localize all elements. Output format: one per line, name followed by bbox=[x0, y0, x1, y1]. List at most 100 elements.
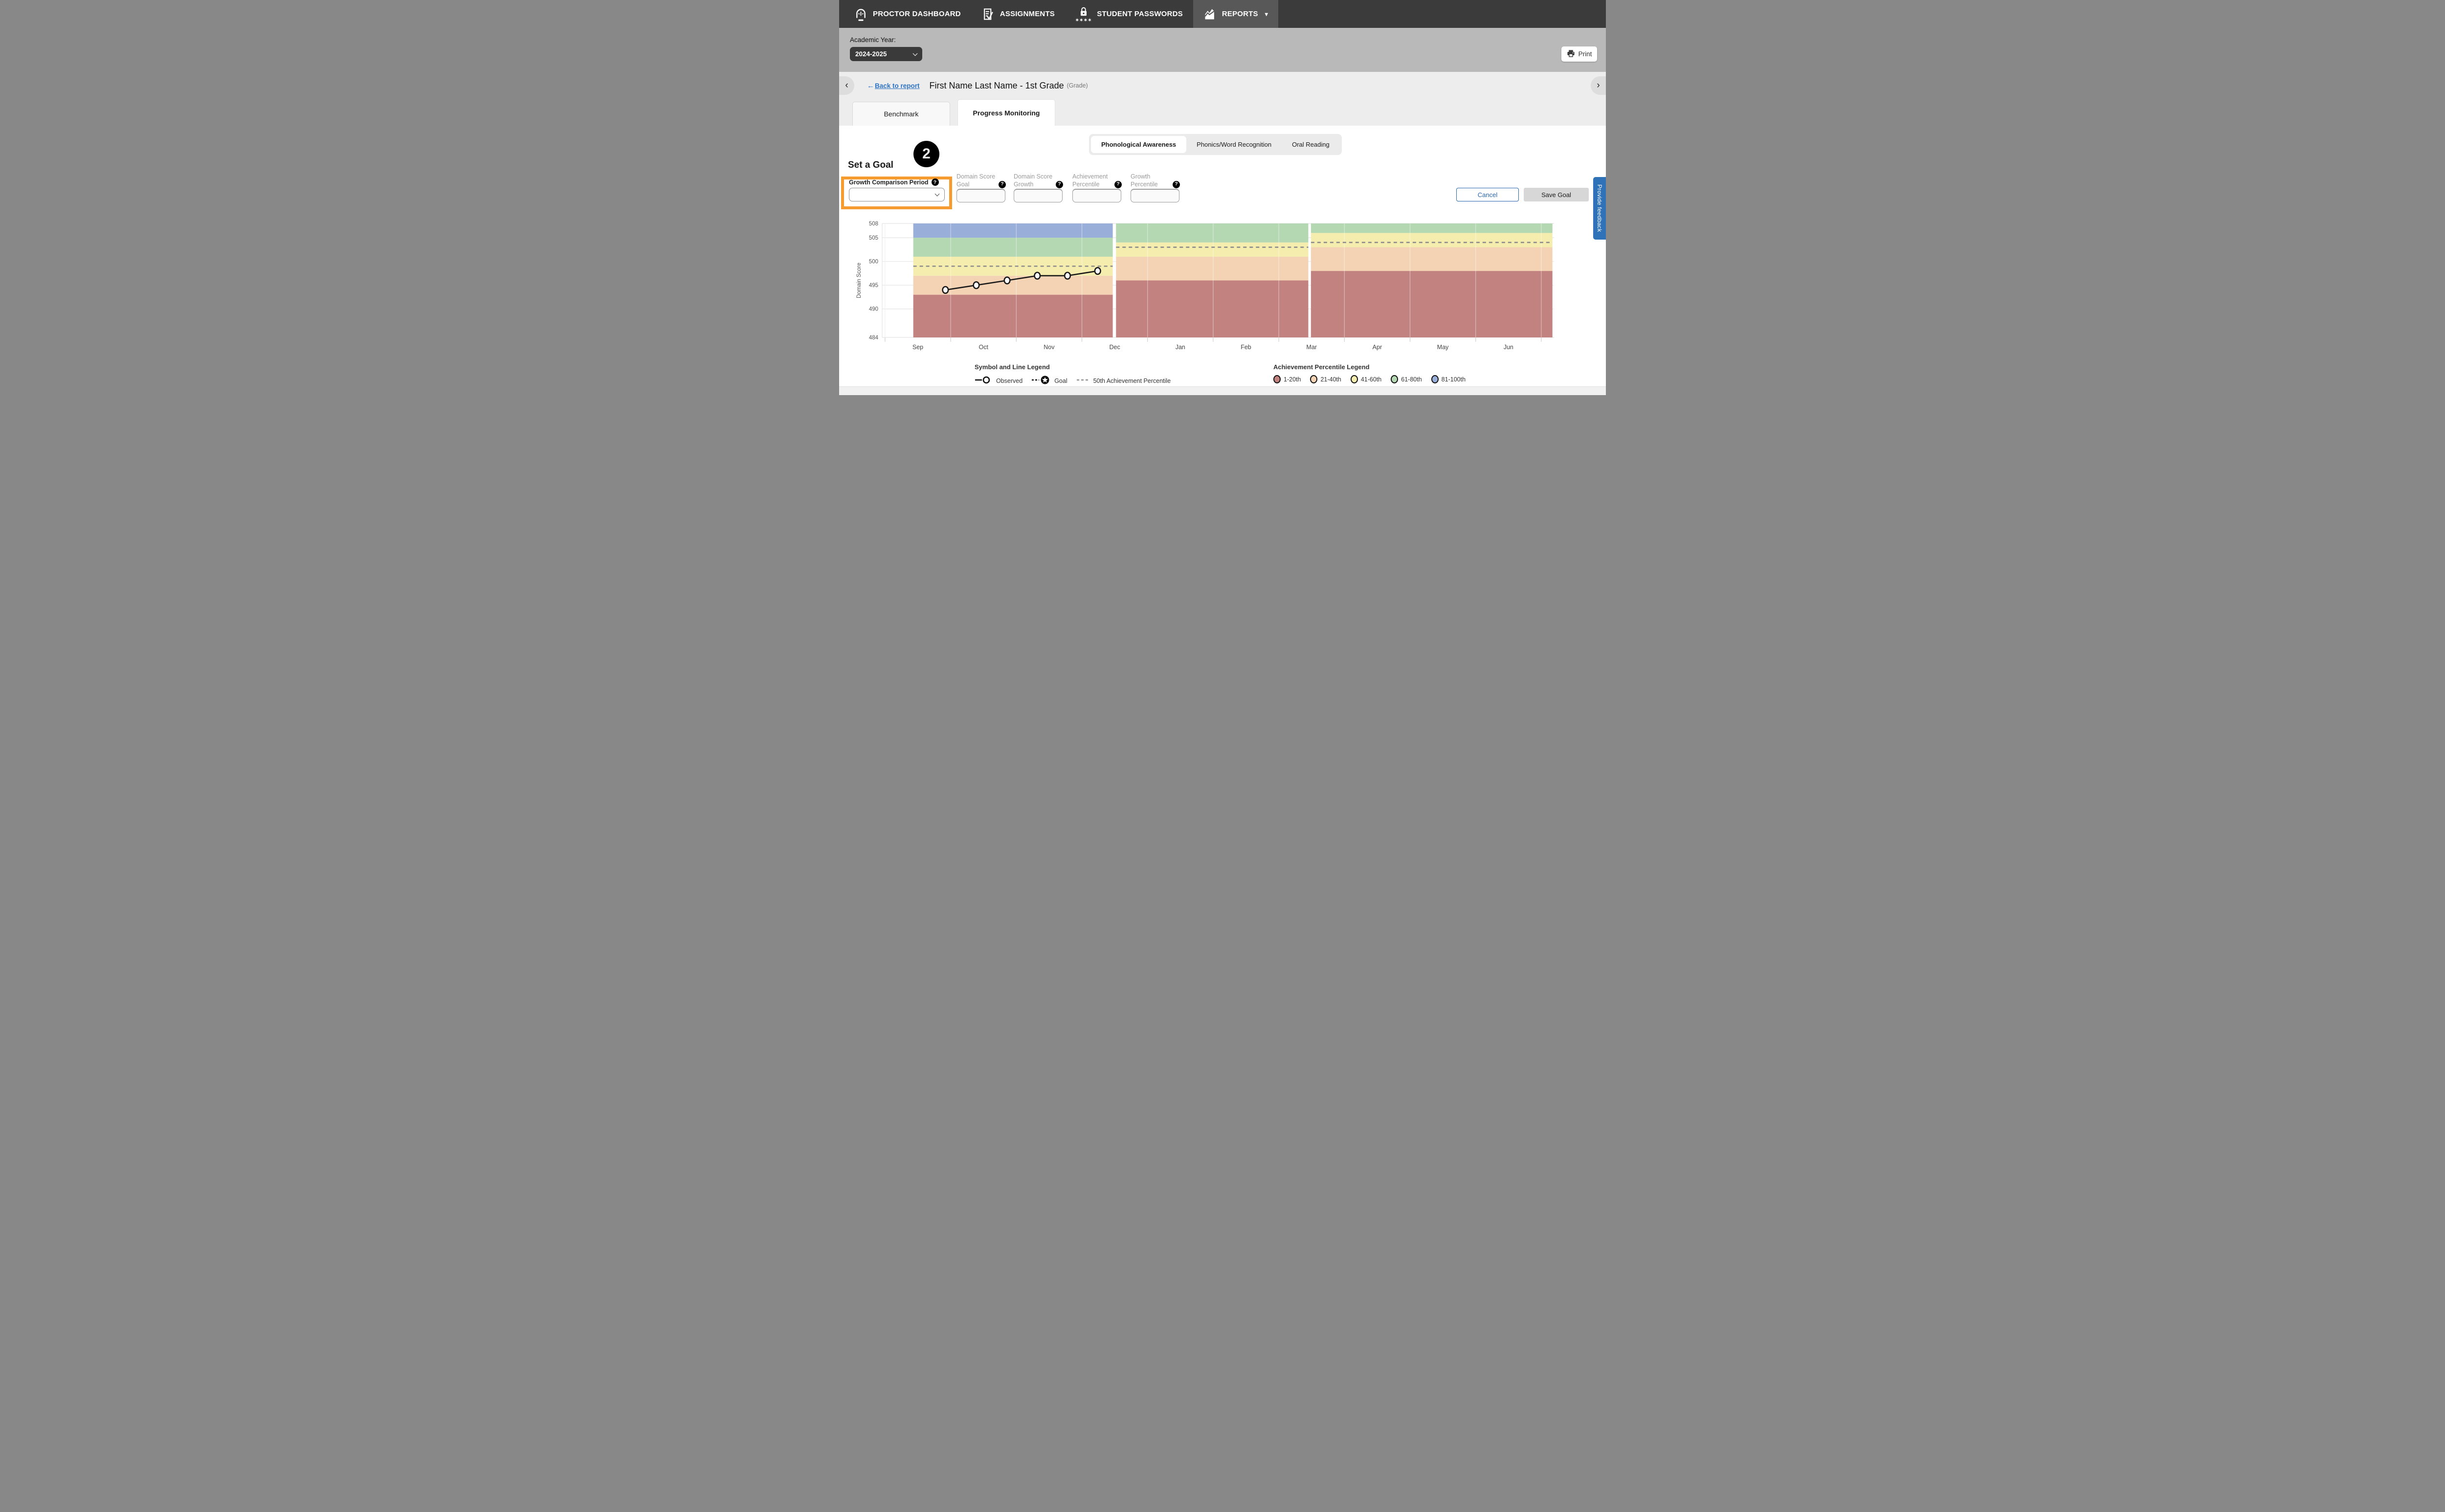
chevron-down-icon bbox=[913, 51, 918, 56]
subtab-phonological-awareness[interactable]: Phonological Awareness bbox=[1091, 136, 1186, 153]
svg-text:505: 505 bbox=[869, 235, 878, 241]
line-chart-icon bbox=[1203, 7, 1217, 21]
symbol-line-legend: Symbol and Line Legend Observed bbox=[975, 363, 1171, 386]
back-arrow-icon: ← bbox=[867, 82, 874, 90]
svg-text:484: 484 bbox=[869, 335, 879, 341]
svg-text:Jun: Jun bbox=[1504, 344, 1513, 351]
legend-item-21-40th: 21-40th bbox=[1310, 375, 1341, 383]
legend-item-observed: Observed bbox=[975, 376, 1022, 386]
page-title-suffix: (Grade) bbox=[1067, 82, 1088, 89]
legend-item-1-20th: 1-20th bbox=[1273, 375, 1301, 383]
top-navigation: PROCTOR DASHBOARD ASSIGNMENTS ✶✶✶✶ bbox=[839, 0, 1606, 28]
title-bar: ‹ ← Back to report First Name Last Name … bbox=[839, 72, 1606, 99]
subtab-oral-reading[interactable]: Oral Reading bbox=[1282, 136, 1340, 153]
field-growth-percentile: Growth Percentile ? bbox=[1131, 173, 1179, 202]
gauge-icon bbox=[854, 7, 868, 21]
domain-subtabs: Phonological Awareness Phonics/Word Reco… bbox=[1089, 134, 1342, 155]
svg-text:Domain Score: Domain Score bbox=[856, 263, 862, 298]
next-student-button[interactable]: › bbox=[1591, 76, 1606, 95]
lock-icon: ✶✶✶✶ bbox=[1075, 6, 1092, 22]
caret-down-icon: ▾ bbox=[1265, 11, 1268, 18]
printer-icon bbox=[1567, 49, 1575, 59]
tab-benchmark[interactable]: Benchmark bbox=[852, 102, 950, 126]
legend-item-81-100th: 81-100th bbox=[1431, 375, 1466, 383]
svg-text:May: May bbox=[1437, 344, 1449, 351]
password-stars-icon: ✶✶✶✶ bbox=[1075, 18, 1092, 22]
subtab-phonics-word-recognition[interactable]: Phonics/Word Recognition bbox=[1186, 136, 1282, 153]
previous-student-button[interactable]: ‹ bbox=[839, 76, 854, 95]
nav-label: REPORTS bbox=[1222, 10, 1258, 18]
field-domain-score-goal: Domain Score Goal ? bbox=[956, 173, 1005, 202]
svg-text:508: 508 bbox=[869, 221, 878, 227]
academic-year-select[interactable]: 2024-2025 bbox=[850, 47, 922, 61]
print-button[interactable]: Print bbox=[1561, 46, 1597, 62]
save-goal-button[interactable]: Save Goal bbox=[1524, 188, 1589, 201]
nav-item-assignments[interactable]: ASSIGNMENTS bbox=[971, 0, 1065, 28]
set-a-goal-heading: Set a Goal bbox=[848, 160, 893, 171]
domain-score-goal-input[interactable] bbox=[956, 189, 1005, 202]
svg-text:Dec: Dec bbox=[1109, 344, 1120, 351]
help-icon[interactable]: ? bbox=[1173, 181, 1180, 188]
app-window: PROCTOR DASHBOARD ASSIGNMENTS ✶✶✶✶ bbox=[839, 0, 1606, 395]
progress-chart: 484490495500505508SepOctNovDecJanFebMarA… bbox=[854, 215, 1573, 377]
report-tabs: Benchmark Progress Monitoring bbox=[839, 99, 1606, 126]
svg-text:Nov: Nov bbox=[1044, 344, 1055, 351]
goal-symbol-icon bbox=[1032, 375, 1051, 386]
svg-text:Oct: Oct bbox=[978, 344, 988, 351]
svg-text:490: 490 bbox=[869, 307, 878, 312]
legend-item-61-80th: 61-80th bbox=[1391, 375, 1422, 383]
nav-label: PROCTOR DASHBOARD bbox=[873, 10, 961, 18]
progress-monitoring-panel: Phonological Awareness Phonics/Word Reco… bbox=[839, 126, 1606, 386]
nav-label: ASSIGNMENTS bbox=[1000, 10, 1055, 18]
legend-title: Symbol and Line Legend bbox=[975, 363, 1171, 371]
back-to-report-link[interactable]: ← Back to report bbox=[867, 82, 920, 90]
cancel-button[interactable]: Cancel bbox=[1456, 188, 1519, 201]
achievement-percentile-input[interactable] bbox=[1072, 189, 1121, 202]
band-swatch-41-60th bbox=[1351, 375, 1358, 383]
academic-year-label: Academic Year: bbox=[850, 36, 1606, 44]
field-domain-score-growth: Domain Score Growth ? bbox=[1014, 173, 1063, 202]
observed-symbol-icon bbox=[975, 376, 993, 386]
band-swatch-81-100th bbox=[1431, 375, 1439, 383]
chevron-down-icon bbox=[935, 192, 940, 197]
help-icon[interactable]: ? bbox=[1056, 181, 1063, 188]
growth-comparison-period-select[interactable] bbox=[849, 188, 945, 201]
nav-label: STUDENT PASSWORDS bbox=[1097, 10, 1183, 18]
nav-item-reports[interactable]: REPORTS ▾ bbox=[1193, 0, 1278, 28]
band-swatch-21-40th bbox=[1310, 375, 1317, 383]
nav-item-student-passwords[interactable]: ✶✶✶✶ STUDENT PASSWORDS bbox=[1065, 0, 1193, 28]
svg-text:Jan: Jan bbox=[1176, 344, 1185, 351]
svg-text:Mar: Mar bbox=[1306, 344, 1317, 351]
legend-item-50th-percentile: 50th Achievement Percentile bbox=[1077, 376, 1171, 386]
provide-feedback-tab[interactable]: Provide feedback bbox=[1593, 177, 1606, 240]
print-label: Print bbox=[1578, 50, 1592, 58]
step-2-badge: 2 bbox=[913, 141, 939, 167]
back-link-label: Back to report bbox=[875, 82, 920, 89]
achievement-percentile-legend: Achievement Percentile Legend 1-20th 21-… bbox=[1273, 363, 1466, 383]
chevron-left-icon: ‹ bbox=[845, 80, 848, 91]
fiftieth-percentile-line-icon bbox=[1077, 376, 1090, 386]
page-bottom-strip bbox=[839, 386, 1606, 395]
help-icon[interactable]: ? bbox=[1114, 181, 1122, 188]
academic-year-value: 2024-2025 bbox=[855, 50, 887, 58]
nav-item-proctor-dashboard[interactable]: PROCTOR DASHBOARD bbox=[844, 0, 971, 28]
svg-text:Apr: Apr bbox=[1373, 344, 1382, 351]
tab-progress-monitoring[interactable]: Progress Monitoring bbox=[957, 99, 1055, 126]
growth-comparison-period-label: Growth Comparison Period ? bbox=[849, 178, 939, 186]
clipboard-check-icon bbox=[981, 7, 995, 21]
field-achievement-percentile: Achievement Percentile ? bbox=[1072, 173, 1121, 202]
band-swatch-61-80th bbox=[1391, 375, 1398, 383]
svg-text:Sep: Sep bbox=[912, 344, 923, 351]
legend-item-goal: Goal bbox=[1032, 375, 1067, 386]
band-swatch-1-20th bbox=[1273, 375, 1281, 383]
help-icon[interactable]: ? bbox=[932, 178, 939, 186]
svg-text:495: 495 bbox=[869, 283, 878, 289]
svg-text:Feb: Feb bbox=[1241, 344, 1251, 351]
help-icon[interactable]: ? bbox=[999, 181, 1006, 188]
page-title: First Name Last Name - 1st Grade bbox=[930, 81, 1064, 91]
chevron-right-icon: › bbox=[1597, 80, 1600, 91]
legend-title: Achievement Percentile Legend bbox=[1273, 363, 1466, 371]
academic-year-bar: Academic Year: 2024-2025 Print bbox=[839, 28, 1606, 72]
domain-score-growth-input[interactable] bbox=[1014, 189, 1063, 202]
growth-percentile-input[interactable] bbox=[1131, 189, 1179, 202]
